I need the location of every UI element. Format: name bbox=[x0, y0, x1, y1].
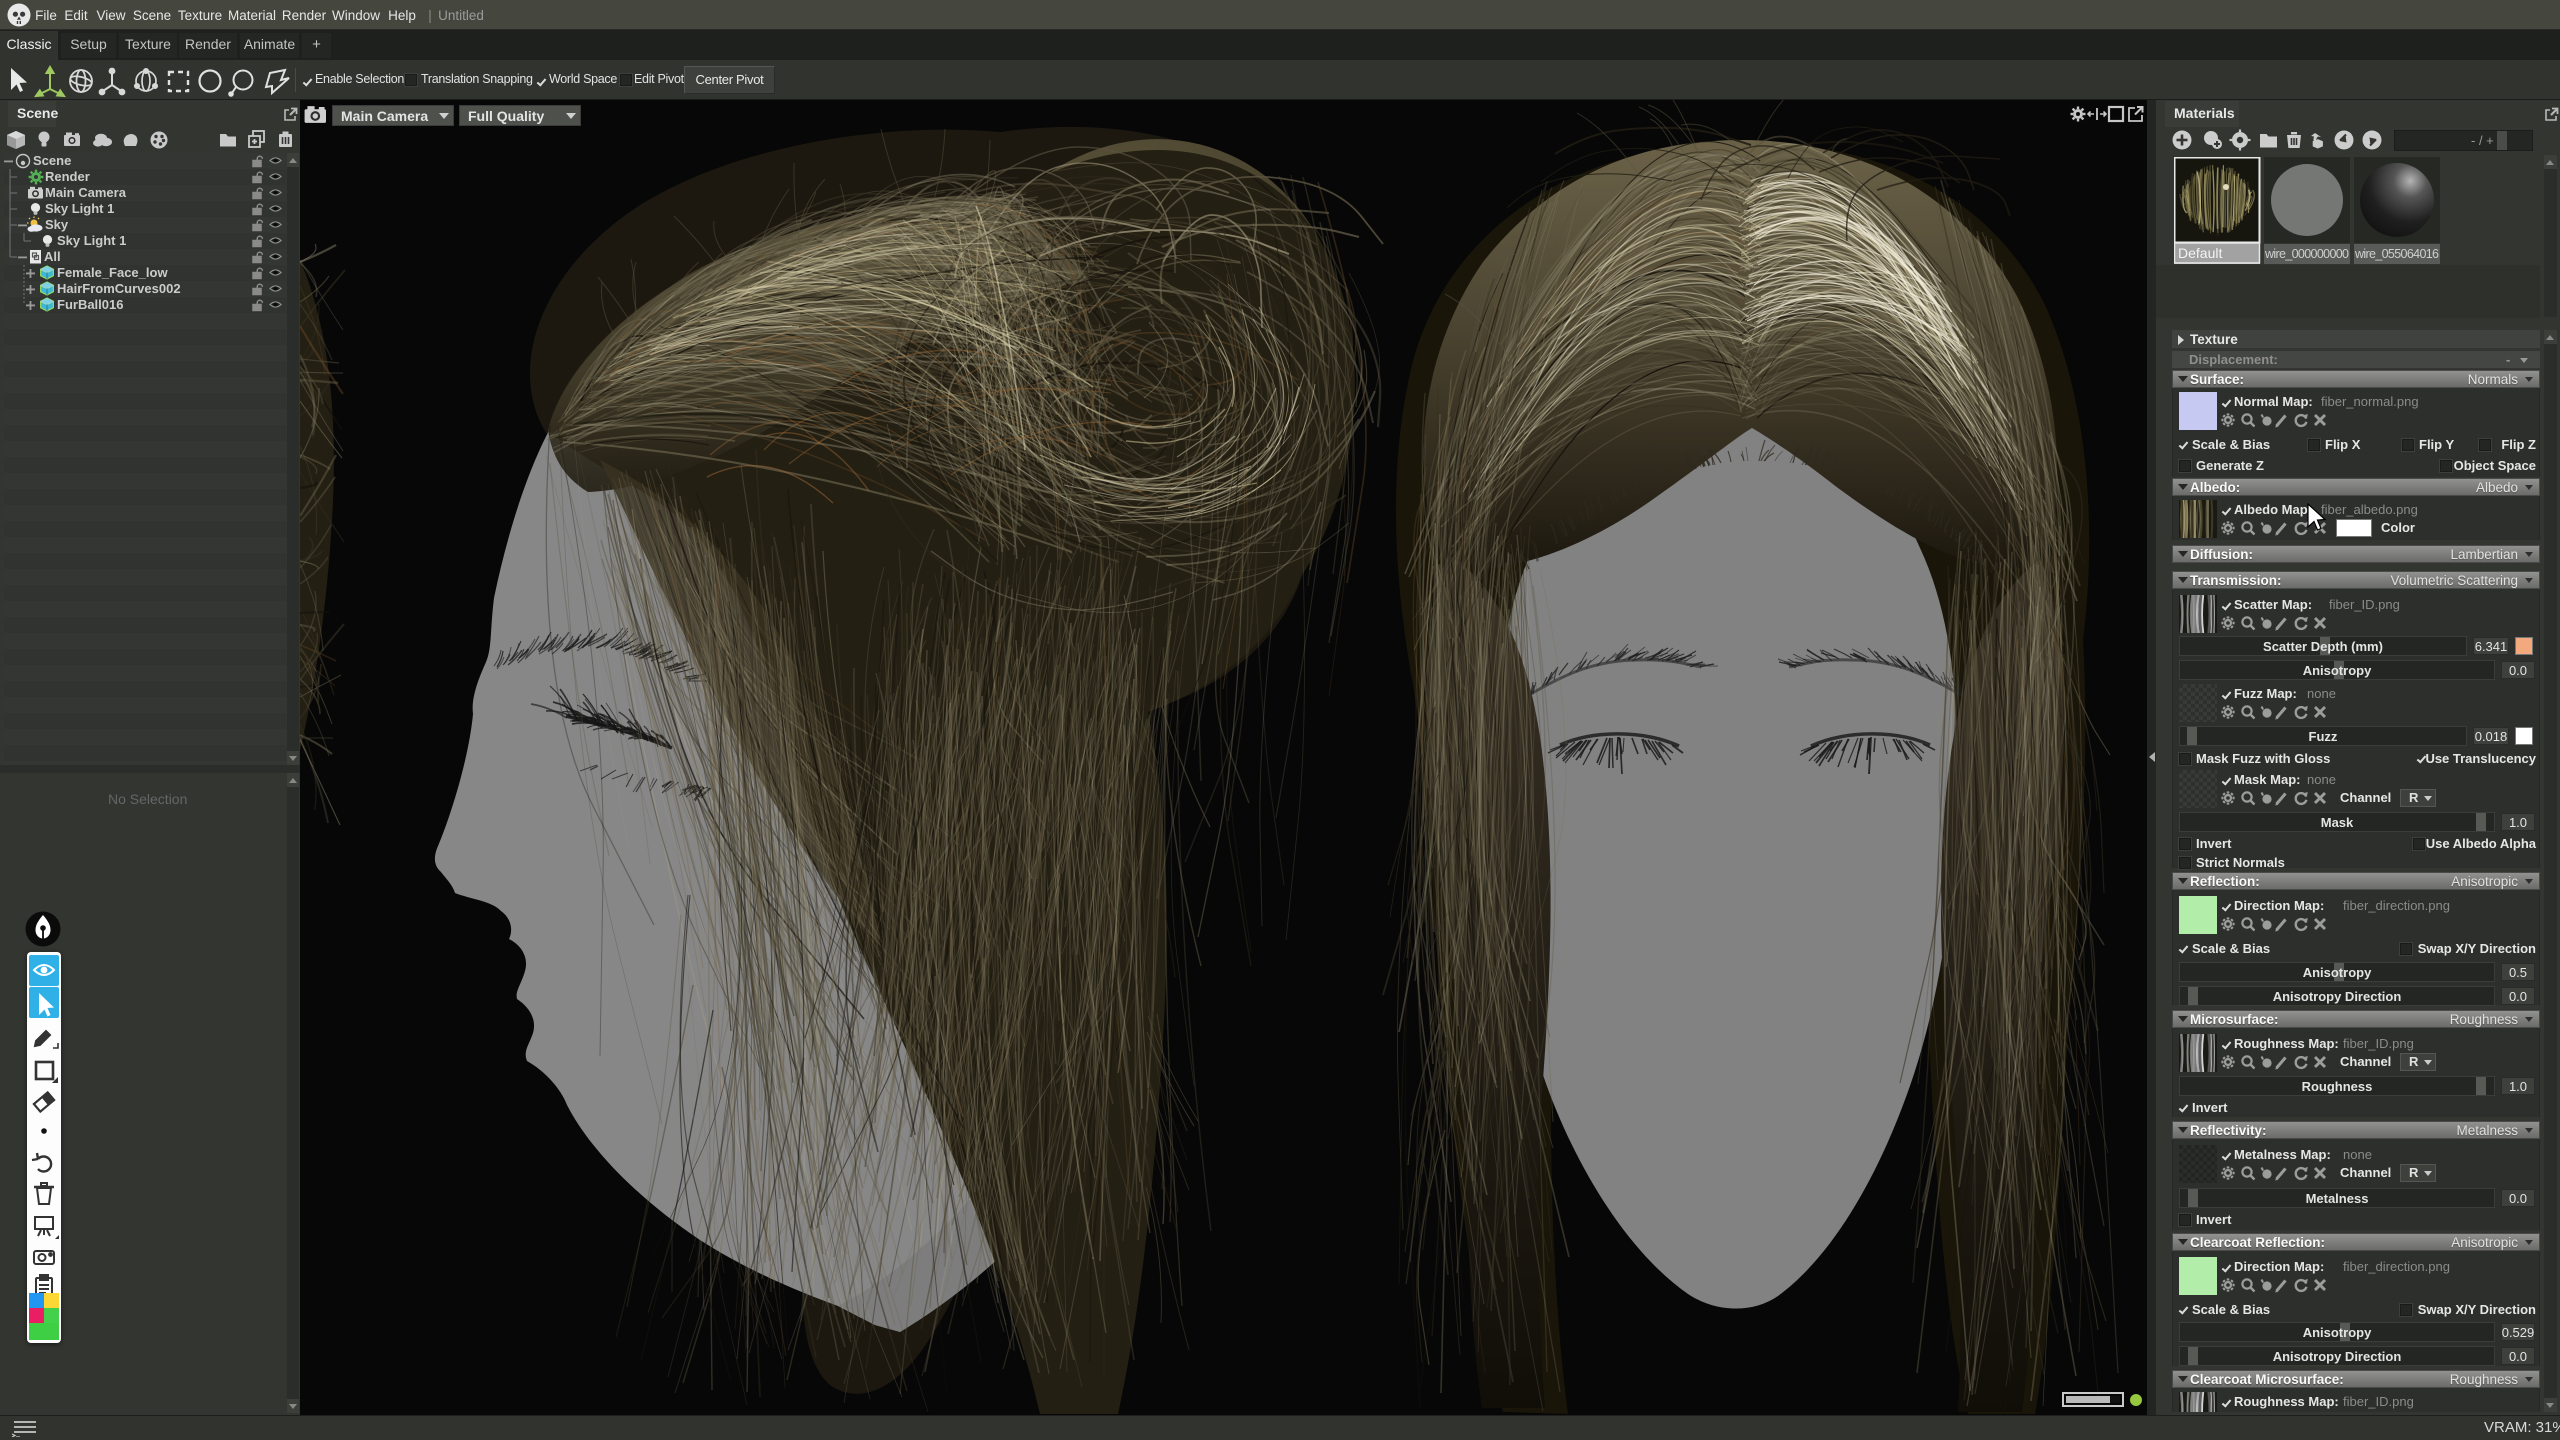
svg-text:All: All bbox=[44, 249, 61, 264]
svg-text:Render: Render bbox=[45, 169, 90, 184]
svg-text:Female_Face_low: Female_Face_low bbox=[57, 265, 168, 280]
svg-text:HairFromCurves002: HairFromCurves002 bbox=[57, 281, 181, 296]
svg-text:FurBall016: FurBall016 bbox=[57, 297, 123, 312]
svg-text:Sky Light 1: Sky Light 1 bbox=[57, 233, 126, 248]
svg-text:wire_000000000: wire_000000000 bbox=[2264, 247, 2349, 261]
svg-text:Main Camera: Main Camera bbox=[45, 185, 127, 200]
svg-text:wire_055064016: wire_055064016 bbox=[2354, 247, 2439, 261]
svg-text:Scene: Scene bbox=[33, 153, 71, 168]
svg-text:Sky: Sky bbox=[45, 217, 69, 232]
svg-text:Sky Light 1: Sky Light 1 bbox=[45, 201, 114, 216]
svg-text:Default: Default bbox=[2178, 245, 2222, 261]
